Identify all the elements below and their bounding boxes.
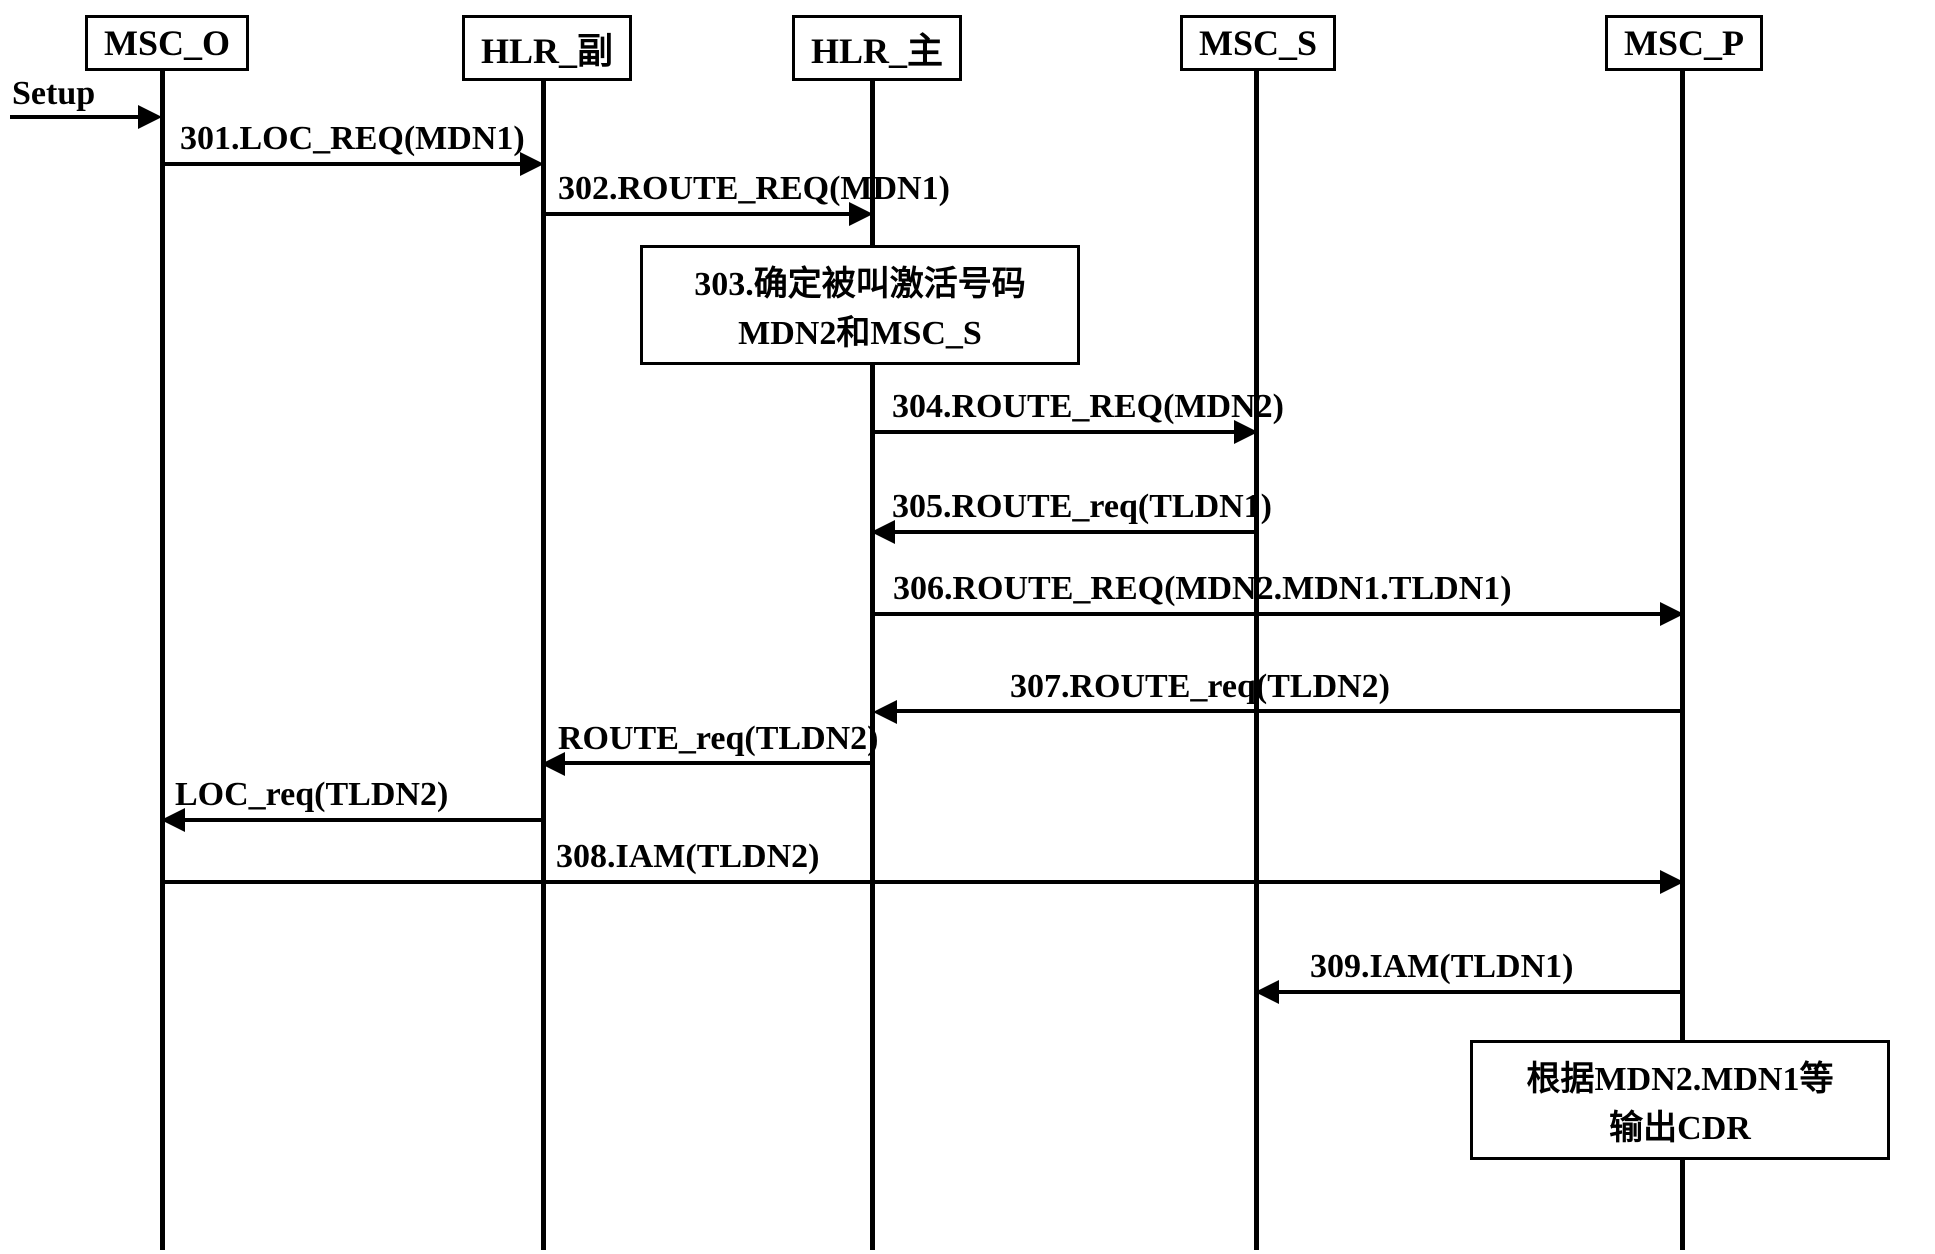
arrow-307 xyxy=(895,709,1681,713)
note-cdr-line1: 根据MDN2.MDN1等 xyxy=(1485,1051,1875,1100)
participant-hlr-zhu: HLR_主 xyxy=(792,15,962,81)
label-302: 302.ROUTE_REQ(MDN1) xyxy=(558,170,950,208)
arrow-routereq2 xyxy=(563,761,871,765)
label-307: 307.ROUTE_req(TLDN2) xyxy=(1010,668,1390,706)
label-309: 309.IAM(TLDN1) xyxy=(1310,948,1573,986)
lifeline-msc-s xyxy=(1254,70,1259,1250)
label-304: 304.ROUTE_REQ(MDN2) xyxy=(892,388,1284,426)
arrow-locreq2 xyxy=(183,818,542,822)
label-routereq2: ROUTE_req(TLDN2) xyxy=(558,720,879,758)
arrowhead-308 xyxy=(1660,870,1684,894)
arrowhead-309 xyxy=(1255,980,1279,1004)
arrow-305 xyxy=(893,530,1255,534)
label-setup: Setup xyxy=(12,75,95,113)
arrow-308 xyxy=(163,880,1663,884)
note-303-line1: 303.确定被叫激活号码 xyxy=(655,256,1065,305)
participant-msc-p: MSC_P xyxy=(1605,15,1763,71)
note-cdr: 根据MDN2.MDN1等 输出CDR xyxy=(1470,1040,1890,1160)
participant-msc-s: MSC_S xyxy=(1180,15,1336,71)
note-cdr-line2: 输出CDR xyxy=(1485,1100,1875,1149)
label-305: 305.ROUTE_req(TLDN1) xyxy=(892,488,1272,526)
arrow-setup xyxy=(10,115,140,119)
arrow-304 xyxy=(873,430,1237,434)
label-locreq2: LOC_req(TLDN2) xyxy=(175,776,448,814)
label-308: 308.IAM(TLDN2) xyxy=(556,838,819,876)
label-306: 306.ROUTE_REQ(MDN2.MDN1.TLDN1) xyxy=(893,570,1512,608)
lifeline-msc-o xyxy=(160,70,165,1250)
participant-msc-o: MSC_O xyxy=(85,15,249,71)
label-301: 301.LOC_REQ(MDN1) xyxy=(180,120,525,158)
arrow-306 xyxy=(873,612,1663,616)
arrowhead-306 xyxy=(1660,602,1684,626)
participant-hlr-fu: HLR_副 xyxy=(462,15,632,81)
note-303-line2: MDN2和MSC_S xyxy=(655,305,1065,354)
lifeline-hlr-fu xyxy=(541,70,546,1250)
arrowhead-setup xyxy=(138,105,162,129)
arrow-309 xyxy=(1277,990,1681,994)
note-303: 303.确定被叫激活号码 MDN2和MSC_S xyxy=(640,245,1080,365)
arrow-302 xyxy=(544,212,852,216)
arrow-301 xyxy=(163,162,523,166)
